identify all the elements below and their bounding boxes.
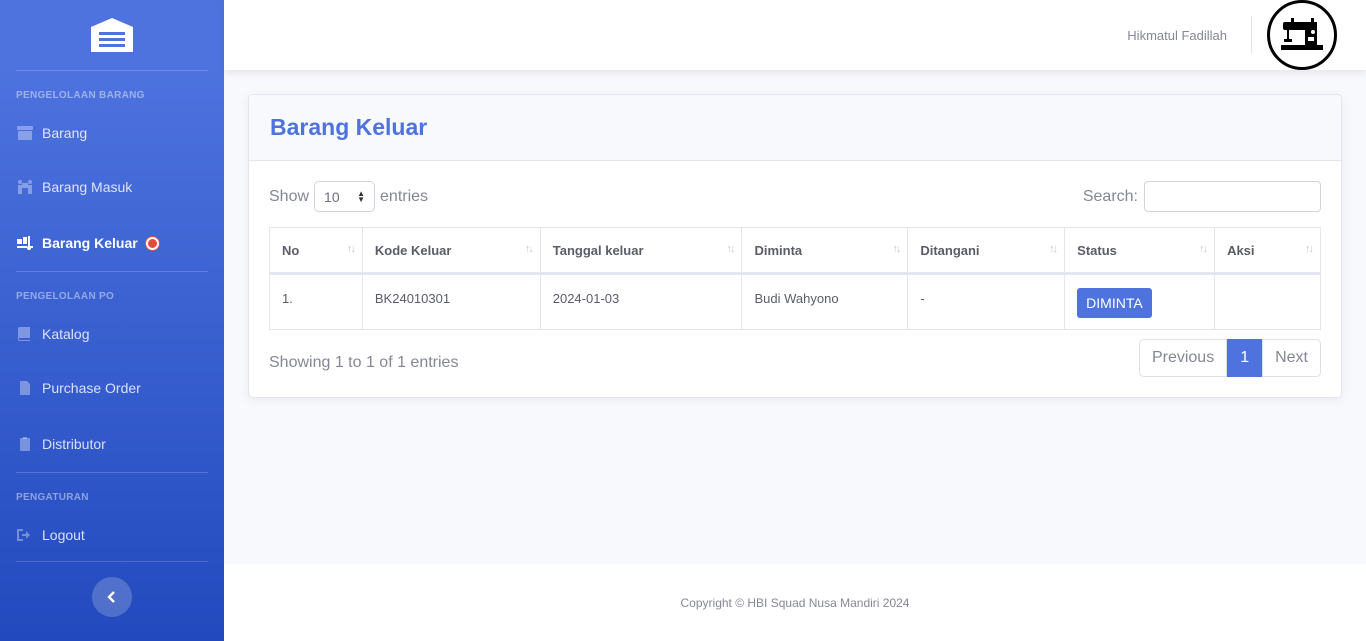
sidebar-divider [16,561,208,562]
table-header-row: No ↑↓ Kode Keluar ↑↓ Tanggal keluar ↑↓ Dimi… [269,227,1321,275]
column-header-no[interactable]: No ↑↓ [269,227,363,275]
table-row: 1. BK24010301 2024-01-03 Budi Wahyono - … [269,273,1321,330]
sort-icon: ↑↓ [1199,243,1208,255]
sidebar-item-label: Purchase Order [42,380,141,396]
footer: Copyright © HBI Squad Nusa Mandiri 2024 [224,564,1366,641]
box-icon [16,125,34,141]
chevron-left-icon [107,591,115,603]
cell-tanggal-keluar: 2024-01-03 [539,273,743,330]
sidebar-item-barang-masuk[interactable]: Barang Masuk [0,159,224,215]
pagination-next-button[interactable]: Next [1262,339,1321,377]
file-invoice-icon [16,380,34,396]
cell-kode-keluar: BK24010301 [361,273,541,330]
notification-badge [145,236,159,250]
column-header-tanggal-keluar[interactable]: Tanggal keluar ↑↓ [539,227,743,275]
sidebar-item-purchase-order[interactable]: Purchase Order [0,360,224,416]
table-search: Search: [1083,181,1321,212]
topbar-divider [1251,16,1252,54]
sidebar-item-label: Distributor [42,436,106,452]
show-label: Show [269,187,310,205]
entries-select-value: 10 [324,188,340,205]
sidebar-item-distributor[interactable]: Distributor [0,416,224,472]
cell-diminta: Budi Wahyono [741,273,909,330]
status-button[interactable]: DIMINTA [1077,288,1152,318]
brand-logo[interactable] [0,0,224,70]
sidebar: PENGELOLAAN BARANG Barang Barang Masuk B… [0,0,224,641]
column-header-kode-keluar[interactable]: Kode Keluar ↑↓ [361,227,541,275]
sort-icon: ↑↓ [346,243,356,255]
page-title: Barang Keluar [270,114,428,140]
pagination-previous-button[interactable]: Previous [1138,339,1228,377]
copyright-text: Copyright © HBI Squad Nusa Mandiri 2024 [680,595,910,610]
sidebar-heading-barang: PENGELOLAAN BARANG [16,90,145,101]
pagination: Previous 1 Next [1138,339,1321,377]
book-icon [16,326,34,342]
table-info: Showing 1 to 1 of 1 entries [269,354,459,371]
sidebar-item-katalog[interactable]: Katalog [0,308,224,360]
sidebar-item-barang-keluar[interactable]: Barang Keluar [0,215,224,271]
sidebar-item-logout[interactable]: Logout [0,509,224,561]
column-header-diminta[interactable]: Diminta ↑↓ [741,227,909,275]
search-input[interactable] [1144,181,1321,212]
user-name[interactable]: Hikmatul Fadillah [1127,28,1227,43]
cell-aksi [1214,273,1321,330]
warehouse-icon [91,18,133,52]
sort-icon: ↑↓ [524,243,534,255]
sidebar-divider [16,472,208,473]
column-header-ditangani[interactable]: Ditangani ↑↓ [907,227,1066,275]
column-header-aksi[interactable]: Aksi ↑↓ [1214,227,1321,275]
people-carry-icon [16,179,34,195]
sewing-machine-icon [1281,18,1323,50]
sidebar-item-label: Barang Masuk [42,179,133,195]
select-arrows-icon: ▲ ▼ [357,188,366,204]
sidebar-item-label: Logout [42,527,85,543]
barang-keluar-table: No ↑↓ Kode Keluar ↑↓ Tanggal keluar ↑↓ Dimi… [269,227,1321,330]
pagination-page-button[interactable]: 1 [1227,339,1263,377]
sidebar-toggle-button[interactable] [92,577,132,617]
sort-icon: ↑↓ [1305,243,1314,255]
entries-label: entries [380,187,429,205]
sort-icon: ↑↓ [892,243,901,255]
topbar: Hikmatul Fadillah [224,0,1366,70]
clipboard-icon [16,436,34,452]
sidebar-heading-pengaturan: PENGATURAN [16,492,89,503]
sidebar-item-label: Barang Keluar [42,235,138,251]
sidebar-divider [16,70,208,71]
truck-loading-icon [16,235,34,251]
sort-icon: ↑↓ [726,243,735,255]
sidebar-divider [16,271,208,272]
cell-ditangani: - [907,273,1066,330]
barang-keluar-card: Barang Keluar Show 10 ▲ ▼ entries Search:… [248,94,1342,398]
avatar[interactable] [1267,0,1337,70]
sidebar-item-barang[interactable]: Barang [0,107,224,159]
cell-no: 1. [269,273,363,330]
sidebar-heading-po: PENGELOLAAN PO [16,291,115,302]
entries-length-control: Show 10 ▲ ▼ entries [269,181,428,212]
sidebar-item-label: Katalog [42,326,90,342]
entries-select[interactable]: 10 ▲ ▼ [314,181,376,212]
cell-status: DIMINTA [1064,273,1216,330]
card-header: Barang Keluar [249,95,1341,161]
sort-icon: ↑↓ [1049,243,1058,255]
sign-out-icon [16,527,34,543]
sidebar-item-label: Barang [42,125,88,141]
search-label: Search: [1082,187,1138,205]
column-header-status[interactable]: Status ↑↓ [1064,227,1216,275]
